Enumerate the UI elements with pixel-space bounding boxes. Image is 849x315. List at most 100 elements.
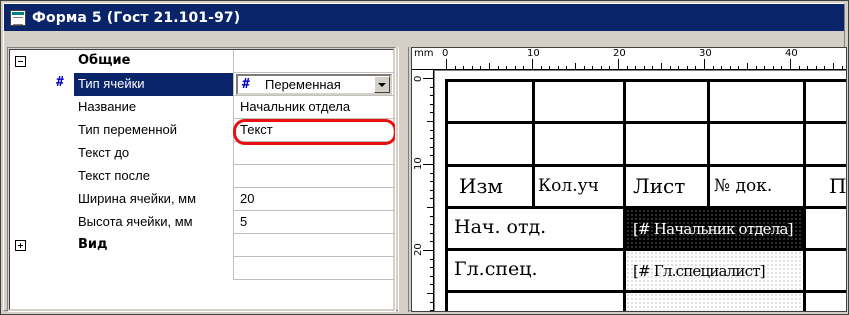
row-gutter <box>10 165 74 188</box>
prop-name-text-before[interactable]: Текст до <box>74 142 234 165</box>
ruler-tick <box>781 66 783 69</box>
ruler-tick <box>772 66 774 69</box>
ruler-tick <box>430 215 433 217</box>
ruler-tick <box>729 66 731 69</box>
ruler-tick <box>427 293 433 294</box>
row-label-chief-spec[interactable]: Гл.спец. <box>454 258 538 280</box>
dropdown-arrow-icon[interactable] <box>374 76 390 93</box>
ruler-number: 20 <box>413 243 424 256</box>
ruler-tick <box>430 103 433 105</box>
ruler-tick <box>430 129 433 131</box>
ruler-tick <box>618 59 619 69</box>
prop-row-cell-height[interactable]: Высота ячейки, мм 5 <box>10 211 395 234</box>
ruler-tick <box>600 66 602 69</box>
variable-cell-head-dept[interactable]: [# Начальник отдела] <box>633 220 793 238</box>
ruler-tick <box>755 66 757 69</box>
ruler-tick <box>430 146 433 148</box>
ruler-tick <box>430 112 433 114</box>
prop-name-cell-width[interactable]: Ширина ячейки, мм <box>74 188 234 211</box>
cell-type-value: Переменная <box>265 77 341 92</box>
variable-cell-chief-spec[interactable]: [# Гл.специалист] <box>633 262 766 280</box>
group-row-general[interactable]: Общие <box>10 50 395 73</box>
collapse-icon[interactable] <box>15 56 26 67</box>
ruler-tick <box>430 224 433 226</box>
window-title: Форма 5 (Гост 21.101-97) <box>32 9 241 26</box>
prop-value-text-after[interactable] <box>234 165 392 188</box>
header-cell-change[interactable]: Изм <box>459 174 503 198</box>
ruler-tick <box>506 66 508 69</box>
prop-name-name[interactable]: Название <box>74 96 234 119</box>
ruler-tick <box>423 164 433 165</box>
ruler-number: 10 <box>527 48 540 59</box>
highlight-annotation <box>233 119 395 145</box>
ruler-tick <box>463 66 465 69</box>
header-cell-doc-no[interactable]: № док. <box>714 176 772 196</box>
ruler-tick <box>807 66 809 69</box>
cell-type-dropdown[interactable]: # Переменная <box>236 74 392 95</box>
group-row-view[interactable]: Вид <box>10 234 395 257</box>
group-label-general: Общие <box>74 50 234 73</box>
ruler-tick <box>430 275 433 277</box>
ruler-number: 20 <box>613 48 626 59</box>
form-window: Форма 5 (Гост 21.101-97) Общие # Тип яче… <box>0 0 849 315</box>
ruler-number: 40 <box>785 48 798 59</box>
header-cell-partial[interactable]: П <box>829 174 846 198</box>
property-grid-body: Общие # Тип ячейки # Переменная Название <box>9 49 395 310</box>
ruler-tick <box>532 59 533 69</box>
row-gutter <box>10 234 74 257</box>
prop-row-text-before[interactable]: Текст до <box>10 142 395 165</box>
prop-value-cell-width[interactable]: 20 <box>234 188 392 211</box>
prop-row-text-after[interactable]: Текст после <box>10 165 395 188</box>
ruler-tick <box>430 310 433 311</box>
ruler-tick <box>423 250 433 251</box>
ruler-tick <box>430 155 433 157</box>
ruler-tick <box>583 66 585 69</box>
prop-row-name[interactable]: Название Начальник отдела <box>10 96 395 119</box>
combo-marker: # <box>242 77 250 92</box>
ruler-tick <box>833 63 834 69</box>
header-cell-count[interactable]: Кол.уч <box>538 176 599 196</box>
prop-row-cell-type[interactable]: # Тип ячейки # Переменная <box>10 73 395 96</box>
prop-value-name[interactable]: Начальник отдела <box>234 96 392 119</box>
prop-name-text-after[interactable]: Текст после <box>74 165 234 188</box>
ruler-tick <box>815 66 817 69</box>
prop-name-cell-type[interactable]: Тип ячейки <box>74 73 234 96</box>
ruler-tick <box>430 241 433 243</box>
ruler-tick <box>430 258 433 260</box>
ruler-tick <box>430 95 433 97</box>
grid-line <box>445 79 448 311</box>
row-gutter: # <box>10 73 74 96</box>
pane-splitter[interactable] <box>398 47 409 312</box>
ruler-tick <box>430 301 433 303</box>
grid-line <box>532 79 535 206</box>
empty-name-cell <box>74 257 234 280</box>
ruler-tick <box>695 66 697 69</box>
prop-value-cell-height[interactable]: 5 <box>234 211 392 234</box>
ruler-tick <box>764 66 766 69</box>
prop-value-text-before[interactable] <box>234 142 392 165</box>
empty-value-cell <box>234 257 392 280</box>
header-cell-sheet[interactable]: Лист <box>633 174 685 198</box>
expand-icon[interactable] <box>15 240 26 251</box>
ruler-tick <box>430 232 433 234</box>
ruler-tick <box>557 66 559 69</box>
prop-row-cell-width[interactable]: Ширина ячейки, мм 20 <box>10 188 395 211</box>
title-bar[interactable]: Форма 5 (Гост 21.101-97) <box>4 4 844 31</box>
ruler-horizontal: mm 0 10 20 30 40 <box>412 48 846 70</box>
prop-name-variable-type[interactable]: Тип переменной <box>74 119 234 142</box>
ruler-tick <box>609 66 611 69</box>
ruler-tick <box>430 267 433 269</box>
row-gutter <box>10 211 74 234</box>
group-label-view: Вид <box>74 234 234 257</box>
form-canvas[interactable]: Изм Кол.уч Лист № док. П Нач. отд. [# На… <box>435 71 846 311</box>
empty-row <box>10 257 395 280</box>
prop-name-cell-height[interactable]: Высота ячейки, мм <box>74 211 234 234</box>
ruler-tick <box>430 189 433 191</box>
row-label-head-dept[interactable]: Нач. отд. <box>454 216 546 238</box>
ruler-number: 0 <box>442 48 449 59</box>
ruler-tick <box>523 66 525 69</box>
ruler-tick <box>430 138 433 140</box>
ruler-tick <box>540 66 542 69</box>
ruler-tick <box>824 66 826 69</box>
ruler-tick <box>712 66 714 69</box>
